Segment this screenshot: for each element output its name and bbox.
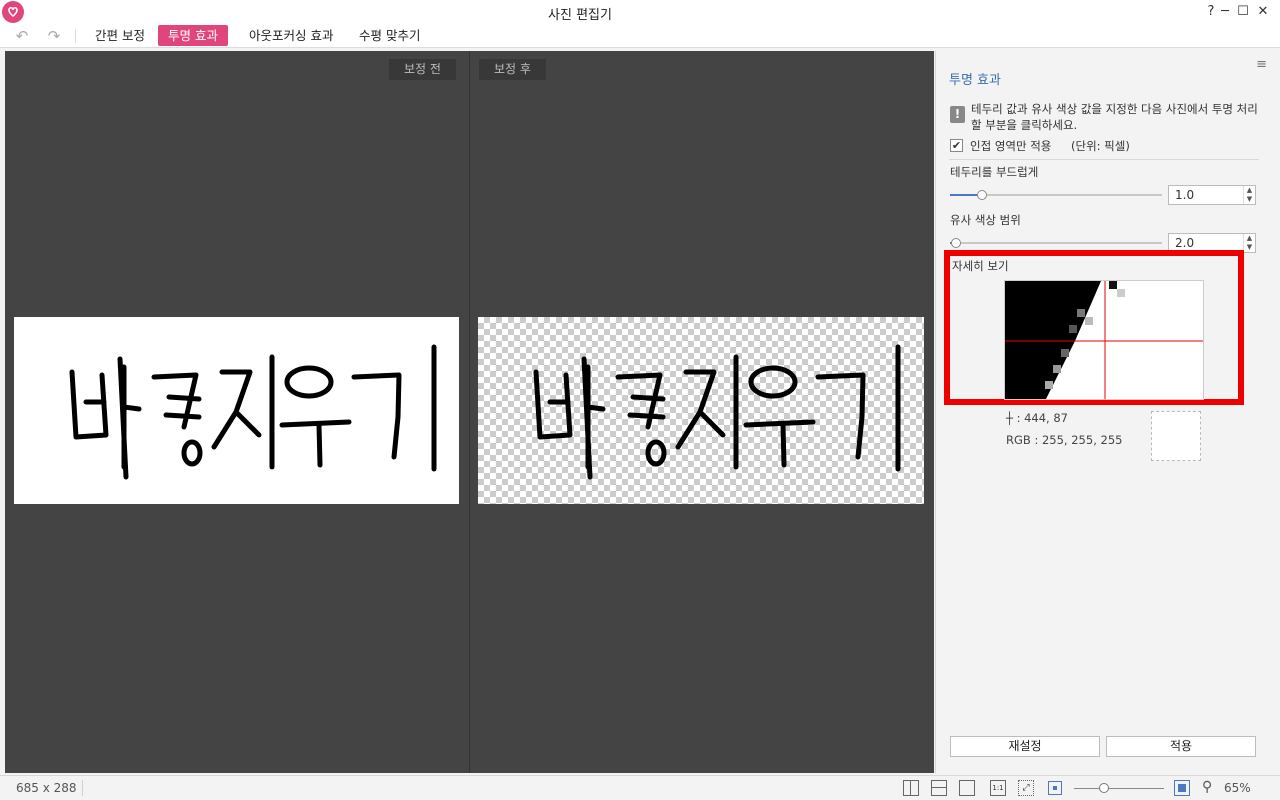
zoom-preview-pixels	[1005, 281, 1203, 399]
edge-smooth-slider[interactable]	[950, 190, 1162, 200]
toolbar: ↶ ↷ 간편 보정 투명 효과 아웃포커싱 효과 수평 맞추기	[0, 24, 1280, 48]
magnifier-icon: ⚲	[1202, 779, 1213, 795]
tab-out-focusing[interactable]: 아웃포커싱 효과	[239, 25, 343, 46]
fit-to-window-icon[interactable]: ⤢	[1018, 780, 1034, 796]
status-bar: 685 x 288 1:1 ⤢ ⚲ 65%	[0, 775, 1280, 800]
tab-quick-correction[interactable]: 간편 보정	[85, 25, 155, 46]
detail-view-label: 자세히 보기	[952, 259, 1009, 273]
apply-button[interactable]: 적용	[1106, 736, 1256, 757]
section-divider	[949, 159, 1259, 160]
toolbar-divider	[75, 29, 76, 43]
image-dimensions: 685 x 288	[16, 781, 77, 795]
zoom-preview	[1004, 280, 1204, 400]
zoom-slider-knob[interactable]	[1099, 783, 1109, 793]
similar-color-label: 유사 색상 범위	[950, 213, 1021, 227]
transparency-panel: ≡ 투명 효과 ! 테두리 값과 유사 색상 값을 지정한 다음 사진에서 투명…	[935, 51, 1277, 773]
status-divider	[82, 780, 83, 796]
handwriting-after	[533, 344, 901, 480]
zoom-out-icon[interactable]	[1048, 781, 1062, 795]
edge-smooth-label: 테두리를 부드럽게	[950, 165, 1039, 179]
split-horizontal-view-icon[interactable]	[931, 780, 947, 796]
edge-smooth-spinner[interactable]: ▲ ▼	[1243, 186, 1255, 204]
preview-canvas: 보정 전 보정 후	[5, 51, 934, 773]
adjacent-only-checkbox[interactable]: ✔	[950, 139, 963, 152]
color-swatch	[1151, 411, 1201, 461]
detail-view-highlight: 자세히 보기	[944, 250, 1244, 405]
panel-menu-icon[interactable]: ≡	[1256, 57, 1267, 72]
rgb-value: RGB : 255, 255, 255	[1006, 433, 1123, 447]
close-button[interactable]: ✕	[1252, 2, 1274, 22]
reset-button[interactable]: 재설정	[950, 736, 1100, 757]
maximize-button[interactable]: ☐	[1232, 2, 1254, 22]
edge-smooth-slider-knob[interactable]	[977, 190, 987, 200]
cursor-coordinate: ┼ : 444, 87	[1006, 411, 1069, 425]
actual-size-icon[interactable]: 1:1	[990, 780, 1006, 796]
redo-icon[interactable]: ↷	[44, 27, 64, 45]
edge-smooth-input[interactable]: 1.0 ▲ ▼	[1168, 185, 1256, 205]
handwriting-before	[69, 344, 437, 480]
similar-color-spinner[interactable]: ▲ ▼	[1243, 234, 1255, 252]
window-title: 사진 편집기	[548, 8, 612, 23]
info-text: 테두리 값과 유사 색상 값을 지정한 다음 사진에서 투명 처리할 부분을 클…	[971, 102, 1258, 132]
zoom-percent: 65%	[1224, 781, 1251, 795]
zoom-in-icon[interactable]	[1174, 780, 1190, 796]
split-vertical-view-icon[interactable]	[903, 780, 919, 796]
single-view-icon[interactable]	[959, 780, 975, 796]
after-image	[478, 317, 924, 504]
zoom-slider[interactable]	[1074, 783, 1164, 793]
similar-color-slider[interactable]	[950, 238, 1162, 248]
info-icon: !	[950, 106, 965, 123]
undo-icon[interactable]: ↶	[12, 27, 32, 45]
adjacent-only-label: 인접 영역만 적용	[970, 139, 1052, 153]
photo-editor-window: 사진 편집기 ? ─ ☐ ✕ ↶ ↷ 간편 보정 투명 효과 아웃포커싱 효과 …	[0, 0, 1280, 800]
after-label: 보정 후	[479, 59, 546, 80]
unit-label: (단위: 픽셀)	[1071, 139, 1130, 153]
panel-title: 투명 효과	[949, 73, 1001, 88]
similar-color-value: 2.0	[1175, 236, 1195, 250]
tab-level-horizon[interactable]: 수평 맞추기	[349, 25, 430, 46]
pane-divider	[469, 51, 470, 773]
before-label: 보정 전	[389, 59, 456, 80]
tab-transparency[interactable]: 투명 효과	[158, 25, 228, 46]
title-bar: 사진 편집기 ? ─ ☐ ✕	[0, 0, 1280, 24]
similar-color-slider-knob[interactable]	[951, 238, 961, 248]
before-image	[14, 317, 459, 504]
edge-smooth-value: 1.0	[1175, 188, 1195, 202]
